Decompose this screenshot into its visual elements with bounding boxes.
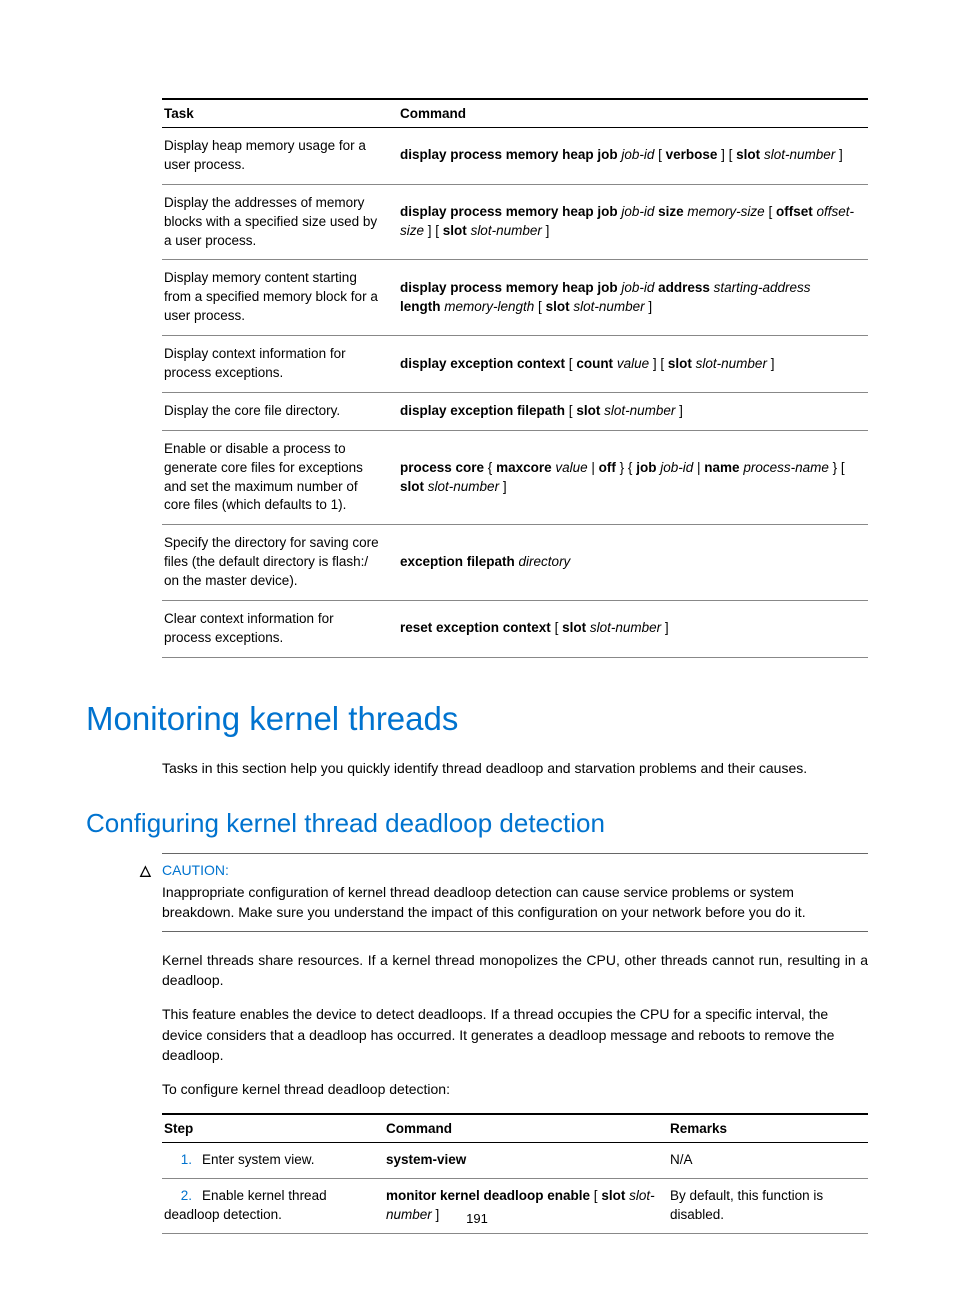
command-cell: process core { maxcore value | off } { j… (398, 430, 868, 525)
caution-body: Inappropriate configuration of kernel th… (162, 882, 868, 923)
command-cell: display process memory heap job job-id s… (398, 184, 868, 260)
task-cell: Enable or disable a process to generate … (162, 430, 398, 525)
task-cell: Display the core file directory. (162, 392, 398, 430)
command-cell: system-view (384, 1143, 668, 1179)
command-cell: reset exception context [ slot slot-numb… (398, 601, 868, 658)
caution-label-text: CAUTION: (162, 862, 229, 878)
remarks-cell: N/A (668, 1143, 868, 1179)
caution-icon: △ (140, 862, 151, 879)
table-row: Enable or disable a process to generate … (162, 430, 868, 525)
th-remarks: Remarks (668, 1114, 868, 1143)
heading-2: Configuring kernel thread deadloop detec… (86, 808, 868, 839)
heading-1: Monitoring kernel threads (86, 700, 868, 738)
caution-box: △ CAUTION: Inappropriate configuration o… (162, 853, 868, 932)
table-row: 1.Enter system view.system-viewN/A (162, 1143, 868, 1179)
command-cell: display exception filepath [ slot slot-n… (398, 392, 868, 430)
task-cell: Display memory content starting from a s… (162, 260, 398, 336)
task-cell: Display heap memory usage for a user pro… (162, 128, 398, 185)
command-cell: display exception context [ count value … (398, 336, 868, 393)
intro-paragraph: Tasks in this section help you quickly i… (162, 758, 868, 778)
task-cell: Display context information for process … (162, 336, 398, 393)
paragraph-2: Kernel threads share resources. If a ker… (162, 950, 868, 991)
task-cell: Display the addresses of memory blocks w… (162, 184, 398, 260)
table-row: Display the addresses of memory blocks w… (162, 184, 868, 260)
table-row: Display context information for process … (162, 336, 868, 393)
table-row: Clear context information for process ex… (162, 601, 868, 658)
paragraph-4: To configure kernel thread deadloop dete… (162, 1079, 868, 1099)
task-cell: Specify the directory for saving core fi… (162, 525, 398, 601)
task-cell: Clear context information for process ex… (162, 601, 398, 658)
command-cell: display process memory heap job job-id a… (398, 260, 868, 336)
th-command2: Command (384, 1114, 668, 1143)
command-cell: display process memory heap job job-id [… (398, 128, 868, 185)
th-command: Command (398, 99, 868, 128)
th-task: Task (162, 99, 398, 128)
step-cell: 1.Enter system view. (162, 1143, 384, 1179)
table-row: Display heap memory usage for a user pro… (162, 128, 868, 185)
table-row: Display the core file directory.display … (162, 392, 868, 430)
page-number: 191 (0, 1211, 954, 1226)
command-cell: exception filepath directory (398, 525, 868, 601)
command-table-1: Task Command Display heap memory usage f… (162, 98, 868, 658)
paragraph-3: This feature enables the device to detec… (162, 1004, 868, 1065)
table-row: Display memory content starting from a s… (162, 260, 868, 336)
table-row: Specify the directory for saving core fi… (162, 525, 868, 601)
caution-label: △ CAUTION: (162, 862, 868, 878)
th-step: Step (162, 1114, 384, 1143)
